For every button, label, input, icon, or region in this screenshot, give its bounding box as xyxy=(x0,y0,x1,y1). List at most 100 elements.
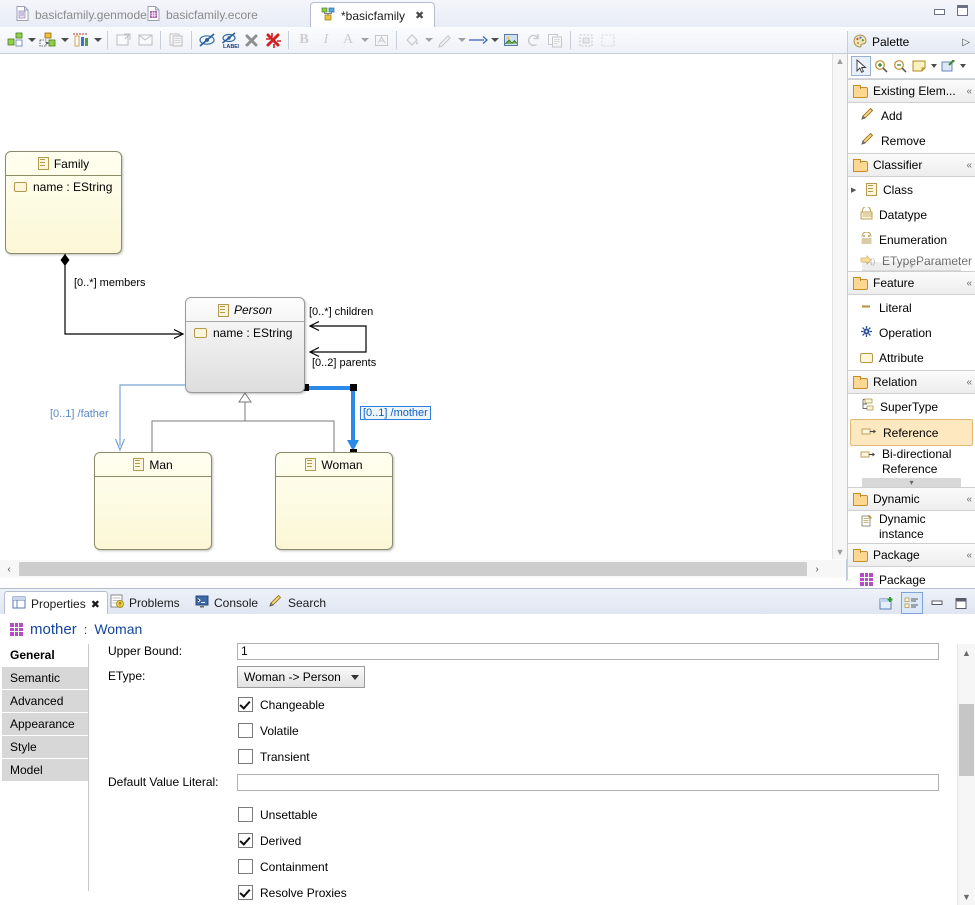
drawer-pin-icon[interactable]: « xyxy=(966,494,971,505)
checkbox-box[interactable] xyxy=(238,833,253,848)
palette-item-operation[interactable]: Operation xyxy=(848,320,975,345)
ruler-grid-dropdown-caret[interactable] xyxy=(92,29,103,51)
side-tab-model[interactable]: Model xyxy=(2,759,88,782)
hide-label-icon[interactable]: LABEL xyxy=(218,29,240,51)
select-all-icon[interactable] xyxy=(575,29,597,51)
new-view-icon[interactable] xyxy=(877,593,897,613)
view-tab-problems[interactable]: Problems xyxy=(103,591,187,614)
arrow-line-icon[interactable] xyxy=(467,29,489,51)
checkbox-resolve-proxies[interactable]: Resolve Proxies xyxy=(238,885,347,900)
minimize-icon[interactable] xyxy=(927,593,947,613)
view-tab-search[interactable]: Search xyxy=(261,591,333,614)
view-tab-properties[interactable]: Properties ✖ xyxy=(4,591,108,616)
class-attribute-row[interactable]: name : EString xyxy=(186,322,304,340)
viewpoint-icon[interactable] xyxy=(134,29,156,51)
line-color-icon[interactable] xyxy=(434,29,456,51)
class-node-family[interactable]: Family name : EString xyxy=(5,151,122,254)
palette-item-bidirectional-reference[interactable]: Bi-directional Reference xyxy=(848,446,975,478)
default-value-literal-input[interactable] xyxy=(237,774,939,791)
font-dialog-icon[interactable] xyxy=(370,29,392,51)
select-none-icon[interactable] xyxy=(597,29,619,51)
class-node-man[interactable]: Man xyxy=(94,452,212,550)
drawer-pin-icon[interactable]: « xyxy=(966,550,971,561)
checkbox-volatile[interactable]: Volatile xyxy=(238,723,299,738)
palette-item-attribute[interactable]: Attribute xyxy=(848,345,975,370)
copy-format-icon[interactable] xyxy=(544,29,566,51)
checkbox-box[interactable] xyxy=(238,807,253,822)
checkbox-unsettable[interactable]: Unsettable xyxy=(238,807,317,822)
palette-drawer-feature[interactable]: Feature « xyxy=(848,271,975,295)
diagram-canvas-container[interactable]: Family name : EString Person name : EStr… xyxy=(0,54,847,581)
side-tab-semantic[interactable]: Semantic xyxy=(2,667,88,690)
chevron-right-icon[interactable]: ▶ xyxy=(851,185,858,195)
checkbox-box[interactable] xyxy=(238,859,253,874)
drawer-pin-icon[interactable]: « xyxy=(966,86,971,97)
cursor-arrow-icon[interactable] xyxy=(851,56,871,76)
side-tab-appearance[interactable]: Appearance xyxy=(2,713,88,736)
italic-icon[interactable]: I xyxy=(315,29,337,51)
view-tab-console[interactable]: Console xyxy=(188,591,265,614)
diagram-canvas[interactable]: Family name : EString Person name : EStr… xyxy=(0,54,832,567)
palette-drawer-package[interactable]: Package « xyxy=(848,543,975,567)
scroll-up-icon[interactable]: ▲ xyxy=(833,54,847,68)
line-style-dropdown-caret[interactable] xyxy=(489,29,500,51)
note-dropdown-caret[interactable] xyxy=(929,57,938,75)
ruler-grid-icon[interactable] xyxy=(70,29,92,51)
palette-item-datatype[interactable]: Datatype xyxy=(848,202,975,227)
scroll-down-icon[interactable]: ▼ xyxy=(833,545,847,559)
fill-color-icon[interactable] xyxy=(401,29,423,51)
scroll-left-icon[interactable]: ‹ xyxy=(0,560,18,578)
palette-item-remove[interactable]: Remove xyxy=(848,128,975,153)
palette-scroll-down-hint-2[interactable]: ▾ xyxy=(862,478,961,487)
font-color-dropdown-caret[interactable] xyxy=(359,29,370,51)
checkbox-containment[interactable]: Containment xyxy=(238,859,328,874)
note-icon[interactable] xyxy=(910,57,928,75)
chevron-right-icon[interactable]: ▷ xyxy=(962,37,970,48)
side-tab-advanced[interactable]: Advanced xyxy=(2,690,88,713)
arrange-all-icon[interactable] xyxy=(4,29,26,51)
checkbox-box[interactable] xyxy=(238,697,253,712)
scroll-thumb[interactable] xyxy=(19,562,807,576)
palette-item-enumeration[interactable]: Enumeration xyxy=(848,227,975,252)
upper-bound-input[interactable] xyxy=(237,643,939,660)
palette-drawer-relation[interactable]: Relation « xyxy=(848,370,975,394)
window-minimize-button[interactable] xyxy=(933,5,946,16)
scroll-thumb[interactable] xyxy=(959,704,974,776)
edge-label-children[interactable]: [0..*] children xyxy=(309,306,373,318)
maximize-icon[interactable] xyxy=(951,593,971,613)
close-icon[interactable]: ✖ xyxy=(415,9,424,22)
line-color-dropdown-caret[interactable] xyxy=(456,29,467,51)
class-attribute-row[interactable]: name : EString xyxy=(6,176,121,194)
window-maximize-button[interactable] xyxy=(956,5,969,16)
palette-drawer-existing-elements[interactable]: Existing Elem... « xyxy=(848,79,975,103)
fill-color-dropdown-caret[interactable] xyxy=(423,29,434,51)
scroll-up-icon[interactable]: ▲ xyxy=(958,644,975,661)
palette-item-add[interactable]: Add xyxy=(848,103,975,128)
checkbox-box[interactable] xyxy=(238,749,253,764)
note-attachment-icon[interactable] xyxy=(939,57,957,75)
auto-size-dropdown-caret[interactable] xyxy=(59,29,70,51)
palette-drawer-classifier[interactable]: Classifier « xyxy=(848,153,975,177)
scroll-down-icon[interactable]: ▼ xyxy=(958,888,975,905)
edge-label-father[interactable]: [0..1] /father xyxy=(50,408,109,420)
side-tab-general[interactable]: General xyxy=(2,644,88,667)
reset-style-icon[interactable] xyxy=(522,29,544,51)
checkbox-box[interactable] xyxy=(238,723,253,738)
open-diagram-icon[interactable] xyxy=(112,29,134,51)
drawer-pin-icon[interactable]: « xyxy=(966,278,971,289)
etype-select[interactable]: Woman -> Person xyxy=(237,666,365,688)
properties-vertical-scrollbar[interactable]: ▲ ▼ xyxy=(957,644,975,905)
palette-item-dynamic-instance[interactable]: Dynamic instance xyxy=(848,511,975,543)
image-icon[interactable] xyxy=(500,29,522,51)
palette-item-supertype[interactable]: SuperType xyxy=(848,394,975,419)
palette-item-literal[interactable]: Literal xyxy=(848,295,975,320)
editor-tab-basicfamily[interactable]: *basicfamily ✖ xyxy=(310,2,436,28)
zoom-out-icon[interactable] xyxy=(891,57,909,75)
font-color-icon[interactable]: A xyxy=(337,29,359,51)
delete-red-x-icon[interactable] xyxy=(262,29,284,51)
palette-item-reference[interactable]: Reference xyxy=(850,419,973,446)
edge-label-members[interactable]: [0..*] members xyxy=(74,277,146,289)
close-icon[interactable]: ✖ xyxy=(91,598,100,611)
class-node-person[interactable]: Person name : EString xyxy=(185,297,305,393)
side-tab-style[interactable]: Style xyxy=(2,736,88,759)
